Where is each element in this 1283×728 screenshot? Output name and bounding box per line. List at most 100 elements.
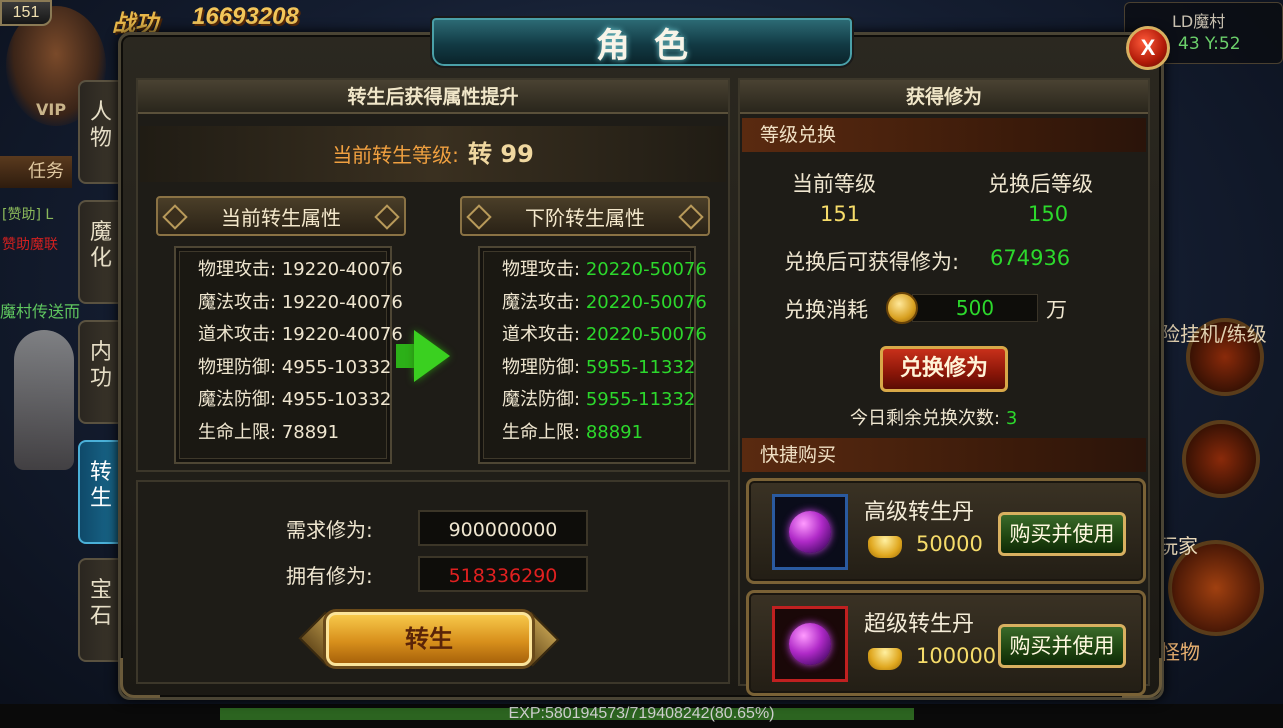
item-price: 100000 bbox=[916, 644, 997, 668]
item-name: 超级转生丹 bbox=[864, 612, 975, 637]
window-title: 角色 bbox=[596, 26, 712, 66]
attr-value: 20220-50076 bbox=[585, 324, 707, 345]
attr-key: 生命上限: bbox=[502, 421, 581, 443]
tab-label: 人 bbox=[89, 100, 112, 125]
tab-label: 物 bbox=[89, 126, 112, 151]
current-level-value: 151 bbox=[820, 202, 861, 226]
attr-row: 道术攻击: 20220-50076 bbox=[502, 319, 707, 352]
next-attr-title: 下阶转生属性 bbox=[460, 196, 710, 236]
item-icon[interactable] bbox=[772, 494, 848, 570]
attr-row: 物理防御: 4955-10332 bbox=[198, 352, 392, 385]
attr-value: 4955-10332 bbox=[281, 356, 392, 378]
current-attr-list: 物理攻击: 19220-40076 魔法攻击: 19220-40076 道术攻击… bbox=[174, 246, 403, 464]
vip-badge[interactable]: VIP bbox=[36, 100, 66, 119]
attr-row: 魔法攻击: 19220-40076 bbox=[198, 287, 403, 320]
gold-ingot-icon bbox=[868, 648, 902, 670]
level-exchange-section: 等级兑换 bbox=[742, 118, 1146, 152]
attr-value: 88891 bbox=[585, 421, 644, 443]
remaining-exchanges-label: 今日剩余兑换次数: bbox=[850, 408, 1001, 429]
quick-buy-section: 快捷购买 bbox=[742, 438, 1146, 472]
item-price: 50000 bbox=[916, 532, 983, 556]
gain-cultivation-label: 兑换后可获得修为: bbox=[784, 250, 960, 274]
attr-key: 道术攻击: bbox=[502, 324, 581, 345]
map-name: LD魔村 bbox=[1172, 12, 1226, 31]
attr-value: 19220-40076 bbox=[281, 259, 403, 280]
chat-line: [赞助] L bbox=[2, 207, 54, 223]
attr-value: 19220-40076 bbox=[281, 291, 403, 313]
item-icon[interactable] bbox=[772, 606, 848, 682]
required-cultivation-label: 需求修为: bbox=[286, 518, 373, 542]
attr-key: 魔法防御: bbox=[502, 389, 581, 410]
attr-row: 物理攻击: 19220-40076 bbox=[198, 254, 403, 287]
item-name: 高级转生丹 bbox=[864, 500, 975, 525]
attr-key: 物理防御: bbox=[198, 356, 277, 378]
attr-value: 5955-11332 bbox=[585, 356, 696, 378]
attr-row: 生命上限: 88891 bbox=[502, 417, 694, 450]
reborn-panel-header: 转生后获得属性提升 bbox=[138, 80, 728, 114]
remaining-exchanges-value: 3 bbox=[1005, 408, 1018, 429]
attr-value: 19220-40076 bbox=[281, 324, 403, 345]
chat-line: 赞助魔联 bbox=[2, 237, 58, 253]
tab-label: 宝 bbox=[89, 578, 112, 603]
player-level-badge: 151 bbox=[0, 0, 52, 26]
attr-key: 物理防御: bbox=[502, 356, 581, 378]
attr-row: 物理攻击: 20220-50076 bbox=[502, 254, 707, 287]
attr-value: 78891 bbox=[281, 421, 340, 443]
tab-label: 石 bbox=[89, 604, 112, 629]
purple-orb-icon bbox=[789, 511, 831, 553]
attr-value: 20220-50076 bbox=[585, 259, 707, 280]
gold-ingot-icon bbox=[868, 536, 902, 558]
attr-key: 生命上限: bbox=[198, 421, 277, 443]
attr-row: 魔法防御: 4955-10332 bbox=[198, 384, 392, 417]
buy-and-use-button[interactable]: 购买并使用 bbox=[998, 624, 1126, 668]
current-reborn-level-label: 当前转生等级: bbox=[332, 143, 459, 167]
tab-label: 生 bbox=[89, 486, 112, 511]
reborn-button[interactable]: 转生 bbox=[326, 612, 532, 666]
after-level-value: 150 bbox=[1028, 202, 1069, 226]
owned-cultivation-value: 518336290 bbox=[418, 556, 588, 592]
current-level-label: 当前等级 bbox=[792, 172, 876, 196]
attr-row: 魔法防御: 5955-11332 bbox=[502, 384, 696, 417]
npc-character bbox=[14, 330, 74, 470]
attr-row: 物理防御: 5955-11332 bbox=[502, 352, 696, 385]
tab-label: 转 bbox=[89, 460, 112, 485]
current-reborn-level-row: 当前转生等级: 转 99 bbox=[140, 126, 726, 182]
tab-label: 功 bbox=[89, 366, 112, 391]
tab-label: 内 bbox=[89, 340, 112, 365]
exchange-cost-value: 500 bbox=[912, 294, 1038, 322]
remaining-exchanges: 今日剩余兑换次数: 3 bbox=[850, 404, 1017, 430]
attr-value: 20220-50076 bbox=[585, 291, 707, 313]
attr-row: 魔法攻击: 20220-50076 bbox=[502, 287, 707, 320]
task-button[interactable]: 任务 bbox=[0, 156, 72, 188]
exchange-cultivation-button[interactable]: 兑换修为 bbox=[880, 346, 1008, 392]
owned-cultivation-label: 拥有修为: bbox=[286, 564, 373, 588]
auto-battle-label[interactable]: 险挂机/练级 bbox=[1160, 318, 1267, 347]
map-coordinates: 43 Y:52 bbox=[1178, 34, 1241, 54]
gold-coin-icon bbox=[886, 292, 918, 324]
close-button[interactable]: X bbox=[1126, 26, 1170, 70]
attr-row: 生命上限: 78891 bbox=[198, 417, 390, 450]
buy-and-use-button[interactable]: 购买并使用 bbox=[998, 512, 1126, 556]
attr-key: 魔法防御: bbox=[198, 389, 277, 410]
skill-orb[interactable] bbox=[1182, 420, 1260, 498]
gain-cultivation-value: 674936 bbox=[990, 246, 1071, 270]
current-attr-title: 当前转生属性 bbox=[156, 196, 406, 236]
current-reborn-level-value: 转 99 bbox=[468, 140, 534, 168]
tab-label: 魔 bbox=[89, 220, 112, 245]
after-level-label: 兑换后等级 bbox=[988, 172, 1093, 196]
target-player-label[interactable]: 玩家 bbox=[1158, 530, 1198, 559]
attr-key: 物理攻击: bbox=[198, 259, 277, 280]
next-attr-list: 物理攻击: 20220-50076 魔法攻击: 20220-50076 道术攻击… bbox=[478, 246, 707, 464]
exchange-cost-unit: 万 bbox=[1046, 298, 1067, 322]
attr-key: 物理攻击: bbox=[502, 259, 581, 280]
target-monster-label[interactable]: 怪物 bbox=[1160, 636, 1200, 665]
chat-line: 魔村传送而 bbox=[0, 302, 81, 321]
attr-key: 魔法攻击: bbox=[502, 291, 581, 313]
exp-text: EXP:580194573/719408242(80.65%) bbox=[508, 705, 775, 722]
attr-value: 5955-11332 bbox=[585, 389, 696, 410]
combat-power-value: 16693208 bbox=[192, 3, 299, 30]
required-cultivation-value: 900000000 bbox=[418, 510, 588, 546]
cultivation-panel-header: 获得修为 bbox=[740, 80, 1148, 114]
purple-orb-icon bbox=[789, 623, 831, 665]
attr-value: 4955-10332 bbox=[281, 389, 392, 410]
